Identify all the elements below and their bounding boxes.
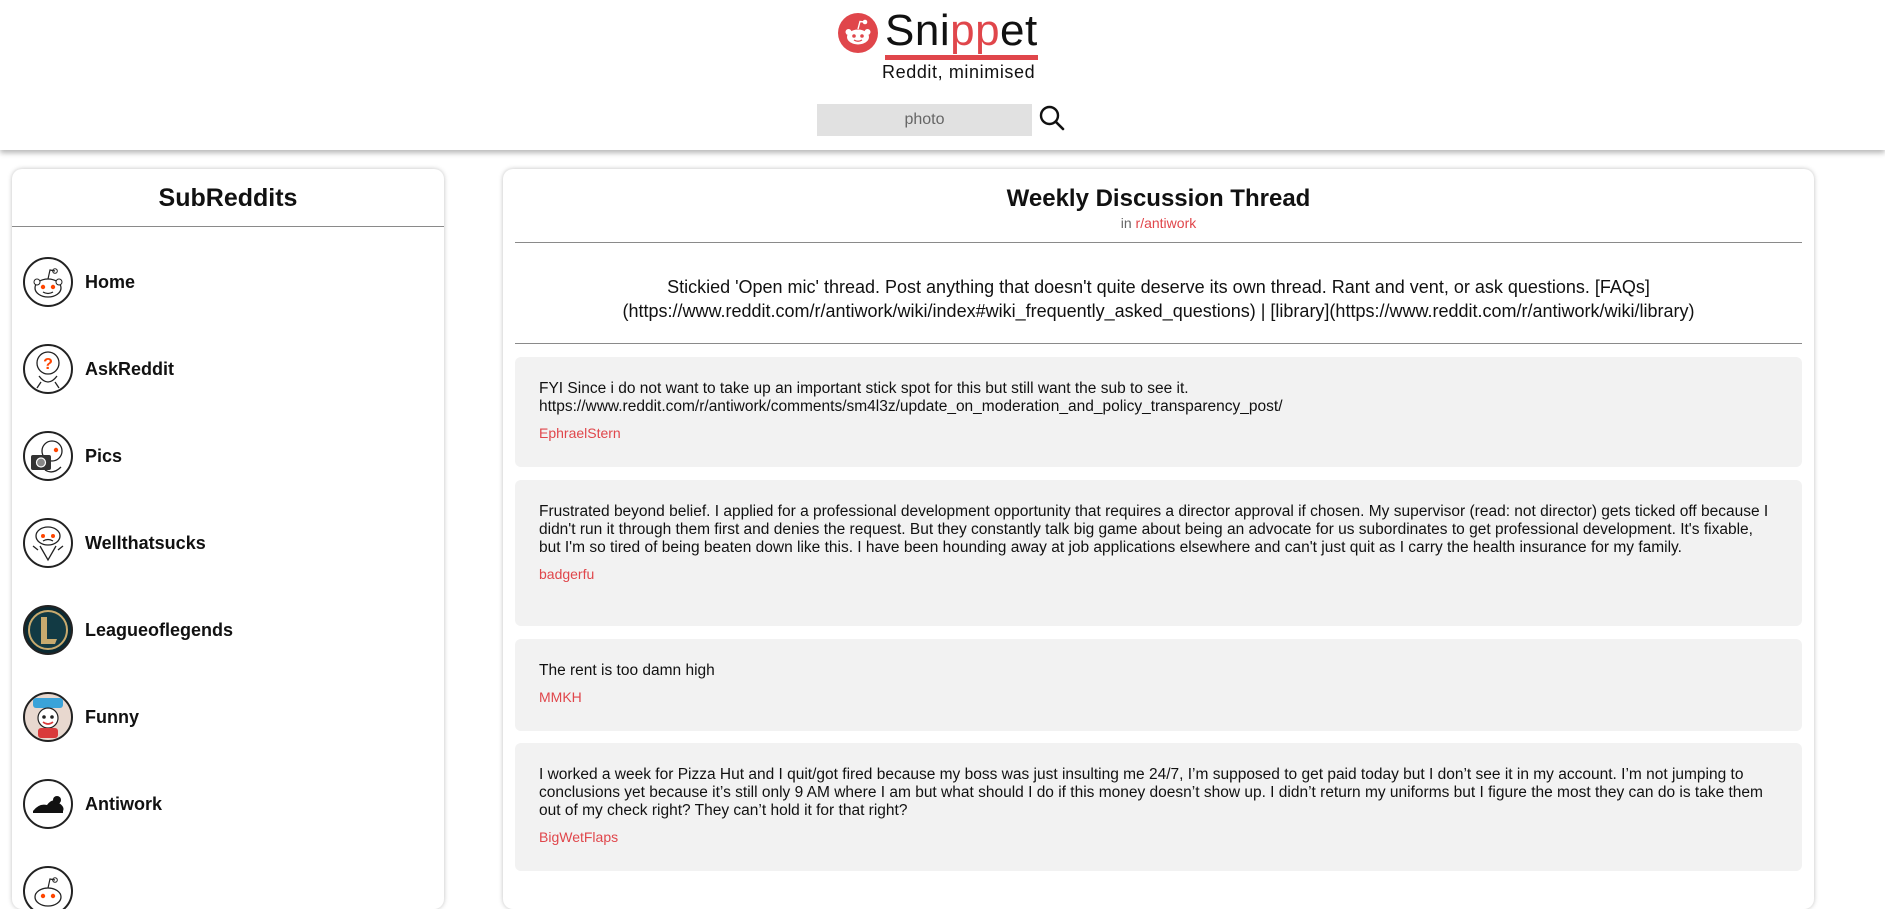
comment-text: FYI Since i do not want to take up an im… [539,380,1283,415]
comment-card: I worked a week for Pizza Hut and I quit… [515,743,1802,871]
sidebar-title: SubReddits [12,169,444,227]
sidebar-item-antiwork[interactable]: Antiwork [12,779,444,866]
comment-author-link[interactable]: BigWetFlaps [539,829,618,845]
camera-alien-icon [23,431,73,481]
question-alien-icon: ? [23,344,73,394]
comment-text: Frustrated beyond belief. I applied for … [539,503,1769,556]
thread-subreddit-line: in r/antiwork [503,215,1814,231]
sidebar-item-home[interactable]: Home [12,257,444,344]
subreddit-list: Home ? AskReddit Pics Wellthatsucks Leag… [12,227,444,909]
funny-mascot-icon [23,692,73,742]
sidebar-item-label: Wellthatsucks [85,533,206,553]
reddit-alien-icon [23,257,73,307]
reddit-alien-icon [23,866,73,909]
svg-text:?: ? [43,356,53,373]
sidebar-item-label: AskReddit [85,359,175,379]
comment-author-link[interactable]: MMKH [539,689,582,705]
search-button[interactable] [1038,104,1066,132]
sad-alien-icon [23,518,73,568]
league-logo-icon [23,605,73,655]
sidebar-item-wellthatsucks[interactable]: Wellthatsucks [12,518,444,605]
sidebar-item-leagueoflegends[interactable]: Leagueoflegends [12,605,444,692]
sidebar-item-label: Antiwork [85,794,163,814]
site-header: Snippet Reddit, minimised [0,0,1885,150]
thread-body: Stickied 'Open mic' thread. Post anythin… [622,277,1695,321]
comment-author-link[interactable]: badgerfu [539,566,594,582]
subreddit-link[interactable]: r/antiwork [1136,215,1197,231]
comment-text: The rent is too damn high [539,662,715,679]
site-logo[interactable]: Snippet [838,6,1038,60]
reddit-logo-icon [838,13,878,53]
subreddit-prefix: in [1120,215,1136,231]
sidebar-item-label: Funny [85,707,139,727]
thread-title: Weekly Discussion Thread [1006,185,1311,212]
sidebar-item-funny[interactable]: Funny [12,692,444,779]
comment-card: The rent is too damn high MMKH [515,639,1802,731]
comment-card: Frustrated beyond belief. I applied for … [515,480,1802,626]
sidebar-item-askreddit[interactable]: ? AskReddit [12,344,444,431]
logo-wordmark: Snippet [885,6,1038,60]
thread-panel: Weekly Discussion Thread in r/antiwork S… [503,169,1814,909]
sidebar-item-label: Pics [85,446,123,466]
search-icon [1039,105,1065,131]
antiwork-lounge-icon [23,779,73,829]
sidebar-item-more[interactable] [12,866,444,909]
subreddits-sidebar: SubReddits Home ? AskReddit Pics Welltha… [12,169,444,909]
sidebar-item-pics[interactable]: Pics [12,431,444,518]
divider [515,343,1802,344]
site-tagline: Reddit, minimised [882,62,1036,82]
comment-author-link[interactable]: EphraelStern [539,425,621,441]
comment-text: I worked a week for Pizza Hut and I quit… [539,766,1763,819]
sidebar-item-label: Leagueoflegends [85,620,234,640]
divider [515,242,1802,243]
sidebar-item-label: Home [85,272,136,292]
search-input[interactable] [817,104,1032,136]
comment-card: FYI Since i do not want to take up an im… [515,357,1802,467]
